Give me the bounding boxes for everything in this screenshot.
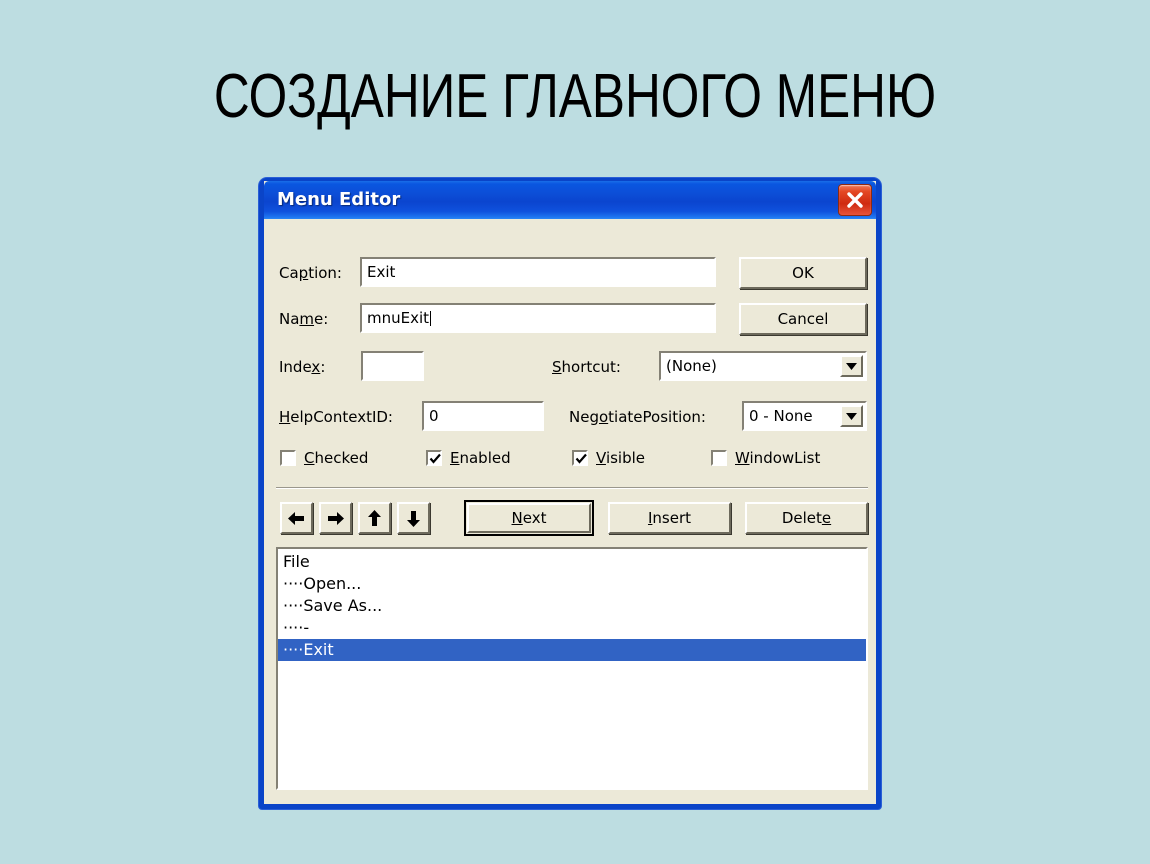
insert-button-label: Insert <box>647 509 692 527</box>
insert-button[interactable]: Insert <box>608 502 731 534</box>
caption-input[interactable]: Exit <box>360 257 716 287</box>
helpcontextid-input[interactable]: 0 <box>422 401 544 431</box>
list-item[interactable]: ····Open... <box>278 573 866 595</box>
menu-editor-window: Menu Editor Caption: Exit OK Name: mnuEx… <box>259 178 881 809</box>
slide: СОЗДАНИЕ ГЛАВНОГО МЕНЮ Menu Editor Capti… <box>0 0 1150 864</box>
move-down-button[interactable] <box>397 502 430 534</box>
checkbox-box-windowlist[interactable] <box>711 450 727 466</box>
checkbox-windowlist[interactable]: WindowList <box>711 449 820 467</box>
negotiateposition-value: 0 - None <box>749 407 813 425</box>
text-caret <box>430 310 432 326</box>
chevron-down-icon-2[interactable] <box>840 405 863 427</box>
name-input[interactable]: mnuExit <box>360 303 716 333</box>
delete-button-label: Delete <box>781 509 832 527</box>
arrow-down-icon <box>407 510 420 527</box>
checkbox-label-windowlist: WindowList <box>735 449 821 467</box>
checkbox-label-checked: Checked <box>304 449 369 467</box>
delete-button[interactable]: Delete <box>745 502 868 534</box>
divider <box>276 487 868 489</box>
move-up-button[interactable] <box>358 502 391 534</box>
dialog-body: Caption: Exit OK Name: mnuExit Cancel In… <box>264 219 876 804</box>
checkmark-icon <box>429 453 441 464</box>
list-item[interactable]: ····- <box>278 617 866 639</box>
list-item[interactable]: ····Save As... <box>278 595 866 617</box>
chevron-down-icon[interactable] <box>840 355 863 377</box>
triangle-down-glyph <box>846 362 857 370</box>
shortcut-select[interactable]: (None) <box>659 351 867 381</box>
name-label: Name: <box>279 310 329 328</box>
index-label: Index: <box>279 358 326 376</box>
titlebar[interactable]: Menu Editor <box>264 181 876 219</box>
window-title: Menu Editor <box>277 189 401 210</box>
checkbox-label-enabled: Enabled <box>450 449 511 467</box>
checkbox-checked[interactable]: Checked <box>280 449 368 467</box>
move-right-button[interactable] <box>319 502 352 534</box>
helpcontextid-label: HelpContextID: <box>279 408 393 426</box>
checkbox-visible[interactable]: Visible <box>572 449 645 467</box>
cancel-button[interactable]: Cancel <box>739 303 867 335</box>
checkbox-box-enabled[interactable] <box>426 450 442 466</box>
negotiateposition-select[interactable]: 0 - None <box>742 401 867 431</box>
close-button[interactable] <box>838 184 872 216</box>
arrow-up-icon <box>368 509 381 526</box>
index-input[interactable] <box>361 351 424 381</box>
checkbox-box-visible[interactable] <box>572 450 588 466</box>
move-left-button[interactable] <box>280 502 313 534</box>
checkmark-icon <box>575 453 587 464</box>
next-button[interactable]: Next <box>464 500 594 536</box>
arrow-left-icon <box>288 511 304 525</box>
page-title: СОЗДАНИЕ ГЛАВНОГО МЕНЮ <box>213 62 937 131</box>
window-inner: Menu Editor Caption: Exit OK Name: mnuEx… <box>264 181 876 804</box>
list-item[interactable]: File <box>278 551 866 573</box>
menu-list[interactable]: File ····Open... ····Save As... ····- ··… <box>276 547 868 790</box>
shortcut-label: Shortcut: <box>552 358 621 376</box>
close-icon <box>847 192 863 208</box>
checkbox-enabled[interactable]: Enabled <box>426 449 511 467</box>
checkbox-box-checked[interactable] <box>280 450 296 466</box>
shortcut-value: (None) <box>666 357 717 375</box>
triangle-down-glyph <box>846 412 857 420</box>
arrow-right-icon <box>328 511 344 525</box>
list-item-selected[interactable]: ····Exit <box>278 639 866 661</box>
negotiateposition-label: NegotiatePosition: <box>569 408 706 426</box>
ok-button[interactable]: OK <box>739 257 867 289</box>
checkbox-label-visible: Visible <box>596 449 646 467</box>
next-button-label: Next <box>511 509 547 527</box>
caption-label: Caption: <box>279 264 342 282</box>
